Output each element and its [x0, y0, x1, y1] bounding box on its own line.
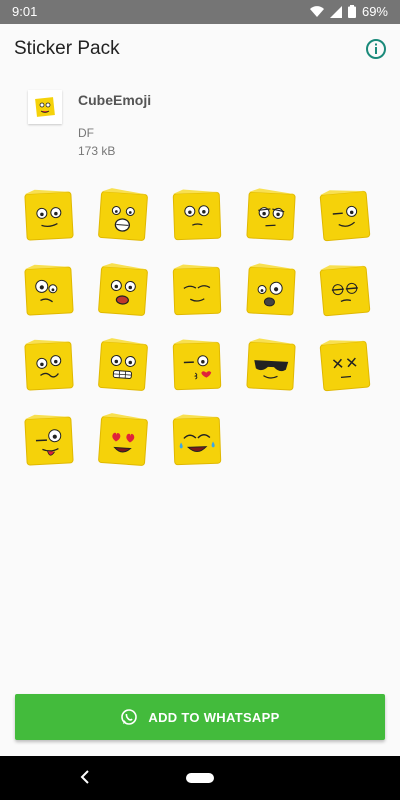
add-to-whatsapp-button[interactable]: ADD TO WHATSAPP	[15, 694, 385, 740]
sticker-grimace[interactable]	[94, 337, 152, 395]
home-button[interactable]	[186, 773, 214, 783]
app-bar: Sticker Pack	[0, 24, 400, 74]
sticker-confused[interactable]	[20, 337, 78, 395]
sticker-sunglasses[interactable]	[242, 337, 300, 395]
status-icons: 69%	[309, 4, 388, 19]
pack-publisher: DF	[78, 126, 94, 140]
sticker-worried[interactable]	[242, 262, 300, 320]
battery-icon	[347, 5, 356, 18]
sticker-dizzy[interactable]	[20, 262, 78, 320]
info-icon[interactable]	[364, 37, 388, 61]
tray-icon	[28, 90, 62, 124]
sticker-tears-of-joy[interactable]	[168, 412, 226, 470]
navigation-bar	[0, 756, 400, 800]
pack-size: 173 kB	[78, 144, 116, 158]
signal-icon	[329, 5, 342, 18]
battery-percent: 69%	[361, 4, 388, 19]
add-to-whatsapp-label: ADD TO WHATSAPP	[148, 709, 280, 725]
pack-header: CubeEmoji DF 173 kB	[0, 80, 400, 170]
pack-name: CubeEmoji	[78, 92, 152, 108]
sticker-kiss[interactable]	[168, 337, 226, 395]
sticker-heart-eyes[interactable]	[94, 412, 152, 470]
page-title: Sticker Pack	[14, 38, 120, 59]
sticker-shocked[interactable]	[94, 262, 152, 320]
status-time: 9:01	[12, 4, 38, 19]
sticker-tongue-wink[interactable]	[20, 412, 78, 470]
sticker-annoyed[interactable]	[316, 262, 374, 320]
sticker-wink-squint[interactable]	[316, 187, 374, 245]
sticker-scream[interactable]	[94, 187, 152, 245]
sticker-smirk[interactable]	[20, 187, 78, 245]
wifi-icon	[309, 5, 324, 17]
back-icon[interactable]	[78, 769, 92, 785]
sticker-bored[interactable]	[242, 187, 300, 245]
whatsapp-icon	[121, 709, 138, 725]
sticker-sleepy[interactable]	[168, 262, 226, 320]
status-bar: 9:01 69%	[0, 0, 400, 24]
sticker-neutral[interactable]	[168, 187, 226, 245]
sticker-dead[interactable]	[316, 337, 374, 395]
